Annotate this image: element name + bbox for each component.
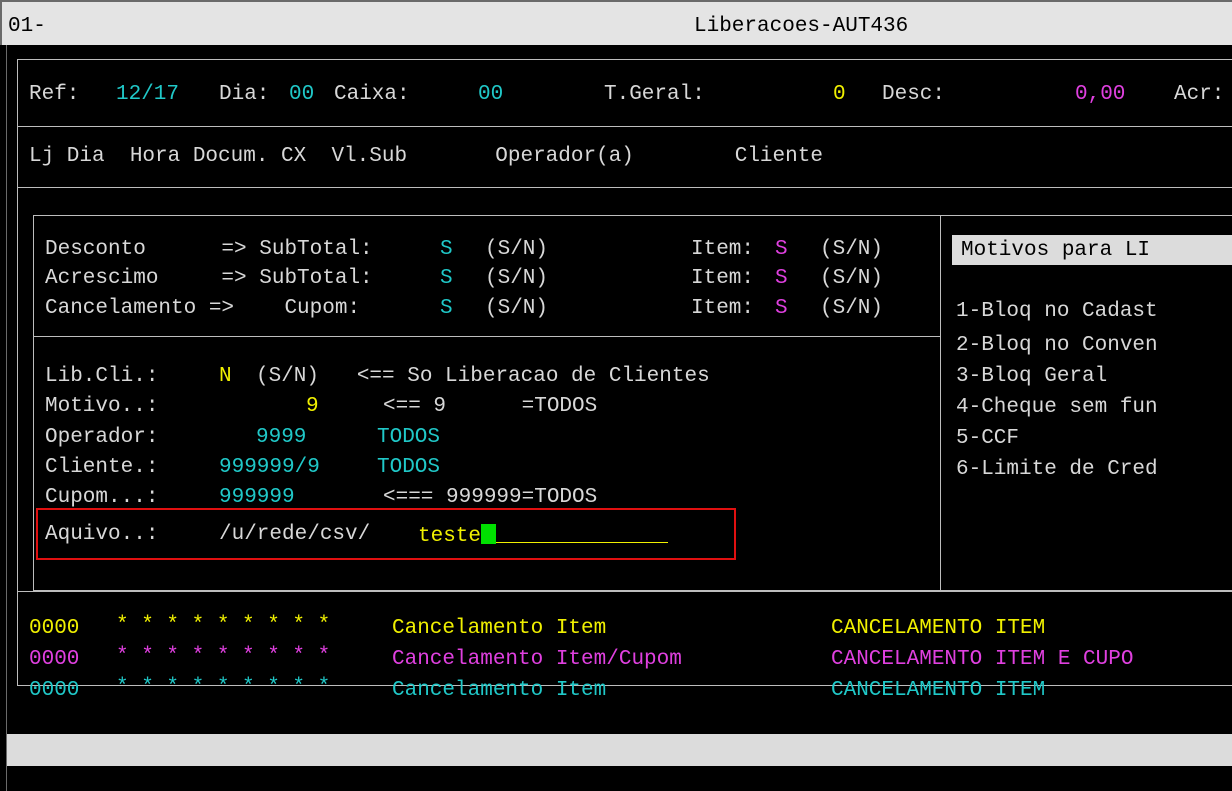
item-label: Item:: [691, 238, 755, 261]
acr-label: Acr:: [1174, 83, 1225, 106]
caixa-label: Caixa:: [334, 83, 410, 106]
window-title: Liberacoes-AUT436: [694, 15, 909, 38]
tgeral-value: 0: [833, 83, 846, 106]
motivo-option: 5-CCF: [956, 427, 1020, 450]
column-headers: Lj Dia Hora Docum. CX Vl.Sub Operador(a)…: [29, 145, 823, 168]
arquivo-input[interactable]: teste: [418, 524, 669, 548]
record-type: CANCELAMENTO ITEM: [831, 617, 1046, 640]
record-type: CANCELAMENTO ITEM: [831, 679, 1046, 702]
item-hint: (S/N): [820, 267, 884, 290]
input-underline: [496, 541, 669, 543]
motivos-title: Motivos para LI: [961, 239, 1151, 262]
cupom-value[interactable]: S: [440, 298, 453, 319]
libcli-label: Lib.Cli.:: [45, 365, 159, 388]
record-stars: * * * * * * * * *: [116, 645, 331, 668]
cliente-label: Cliente.:: [45, 456, 159, 479]
permission-name: Acrescimo => SubTotal:: [45, 267, 373, 290]
permission-name: Cancelamento => Cupom:: [45, 297, 361, 320]
operador-label: Operador:: [45, 426, 159, 449]
subtotal-value[interactable]: S: [440, 268, 453, 289]
item-label: Item:: [691, 267, 755, 290]
item-label: Item:: [691, 297, 755, 320]
permission-name: Desconto => SubTotal:: [45, 238, 373, 261]
arquivo-value: teste: [418, 525, 482, 548]
arquivo-label: Aquivo..:: [45, 523, 159, 546]
divider: [33, 336, 941, 337]
item-value[interactable]: S: [775, 268, 788, 289]
divider: [17, 126, 1232, 127]
record-desc: Cancelamento Item: [392, 679, 607, 702]
libcli-hint: (S/N) <== So Liberacao de Clientes: [256, 365, 710, 388]
subtotal-hint: (S/N): [485, 267, 549, 290]
item-value[interactable]: S: [775, 298, 788, 319]
window-titlebar: 01- Liberacoes-AUT436: [0, 0, 1232, 45]
divider: [17, 187, 1232, 188]
item-hint: (S/N): [820, 238, 884, 261]
record-stars: * * * * * * * * *: [116, 614, 331, 637]
motivo-hint: <== 9 =TODOS: [383, 395, 598, 418]
item-hint: (S/N): [820, 297, 884, 320]
record-desc: Cancelamento Item/Cupom: [392, 648, 682, 671]
window-left-edge: [6, 45, 7, 791]
record-code: 0000: [29, 679, 80, 702]
record-code: 0000: [29, 617, 80, 640]
subtotal-value[interactable]: S: [440, 239, 453, 260]
cupom-field[interactable]: 999999: [219, 487, 295, 508]
status-bar: [7, 734, 1232, 766]
operador-desc: TODOS: [377, 426, 441, 449]
cupom-hint: (S/N): [485, 297, 549, 320]
dia-value: 00: [289, 83, 315, 106]
motivo-option: 4-Cheque sem fun: [956, 396, 1158, 419]
divider: [17, 591, 1232, 592]
motivo-option: 1-Bloq no Cadast: [956, 300, 1158, 323]
ref-label: Ref:: [29, 83, 80, 106]
motivo-option: 2-Bloq no Conven: [956, 334, 1158, 357]
cupom-hint: <=== 999999=TODOS: [383, 486, 598, 509]
motivo-option: 3-Bloq Geral: [956, 365, 1108, 388]
arquivo-path: /u/rede/csv/: [219, 523, 371, 546]
motivo-field[interactable]: 9: [306, 396, 319, 417]
caixa-value: 00: [478, 83, 504, 106]
record-type: CANCELAMENTO ITEM E CUPO: [831, 648, 1134, 671]
operador-field[interactable]: 9999: [256, 427, 306, 448]
record-code: 0000: [29, 648, 80, 671]
libcli-field[interactable]: N: [219, 366, 232, 387]
record-stars: * * * * * * * * *: [116, 676, 331, 699]
item-value[interactable]: S: [775, 239, 788, 260]
motivo-option: 6-Limite de Cred: [956, 458, 1158, 481]
motivo-label: Motivo..:: [45, 395, 159, 418]
desc-label: Desc:: [882, 83, 946, 106]
cliente-field[interactable]: 999999/9: [219, 457, 320, 478]
window-id: 01-: [8, 15, 46, 38]
motivos-title-bar: Motivos para LI: [952, 235, 1232, 265]
record-desc: Cancelamento Item: [392, 617, 607, 640]
dia-label: Dia:: [219, 83, 270, 106]
ref-value: 12/17: [116, 83, 180, 106]
desc-value: 0,00: [1075, 83, 1126, 106]
cliente-desc: TODOS: [377, 456, 441, 479]
text-cursor: [481, 524, 497, 544]
cupom-label: Cupom...:: [45, 486, 159, 509]
tgeral-label: T.Geral:: [604, 83, 705, 106]
subtotal-hint: (S/N): [485, 238, 549, 261]
